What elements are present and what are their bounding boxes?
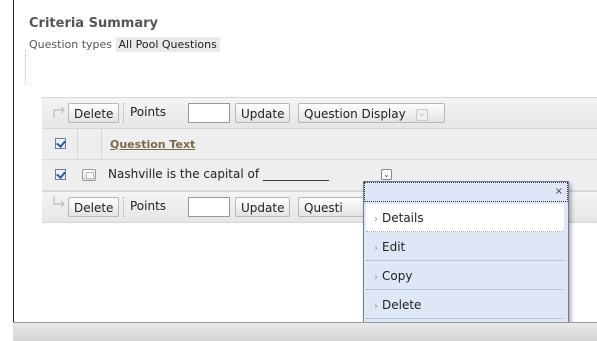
menu-item-edit[interactable]: › Edit xyxy=(366,233,564,261)
menu-item-details[interactable]: › Details xyxy=(366,204,564,232)
question-type-icon xyxy=(82,169,96,181)
points-label: Points xyxy=(130,199,167,213)
question-display-label: Question Display xyxy=(304,107,406,121)
select-all-checkbox[interactable] xyxy=(55,138,66,149)
column-divider xyxy=(101,129,102,159)
caret-icon: › xyxy=(374,301,378,312)
content-frame: Criteria Summary Question types All Pool… xyxy=(13,0,597,322)
status-bar xyxy=(13,322,597,341)
menu-item-delete[interactable]: › Delete xyxy=(366,291,564,319)
row-checkbox[interactable] xyxy=(55,169,66,180)
question-types-value: All Pool Questions xyxy=(115,37,220,52)
question-types: Question types All Pool Questions xyxy=(29,37,220,52)
caret-icon: › xyxy=(374,272,378,283)
chevron-down-icon[interactable]: ⌄ xyxy=(381,169,392,180)
delete-button[interactable]: Delete xyxy=(68,197,120,217)
points-input[interactable] xyxy=(188,103,230,123)
question-types-label: Question types xyxy=(29,38,112,51)
divider xyxy=(25,50,26,84)
context-menu: × › Details › Edit › Copy › Delete xyxy=(363,181,569,322)
criteria-title: Criteria Summary xyxy=(29,16,158,31)
close-icon[interactable]: × xyxy=(555,186,563,197)
delete-button[interactable]: Delete xyxy=(68,103,120,123)
caret-icon: › xyxy=(374,214,378,225)
caret-icon: › xyxy=(374,243,378,254)
menu-item-label: Delete xyxy=(382,298,422,312)
update-button[interactable]: Update xyxy=(235,103,291,123)
menu-item-label: Edit xyxy=(382,240,406,254)
table-header-row: Question Text xyxy=(42,129,597,160)
points-input[interactable] xyxy=(188,197,230,217)
update-button[interactable]: Update xyxy=(235,197,291,217)
question-display-label: Questi xyxy=(304,201,343,215)
select-arrow-icon xyxy=(53,106,65,118)
points-label: Points xyxy=(130,105,167,119)
menu-item-label: Details xyxy=(382,211,424,225)
menu-item-copy[interactable]: › Copy xyxy=(366,262,564,290)
toolbar-separator xyxy=(123,197,124,217)
question-text[interactable]: Nashville is the capital of ___________ xyxy=(108,167,329,181)
menu-item-label: Copy xyxy=(382,269,413,283)
toolbar-separator xyxy=(123,103,124,123)
context-menu-header xyxy=(364,182,568,202)
top-toolbar: Delete Points Update Question Display ⌄ xyxy=(42,97,597,129)
chevron-down-icon: ⌄ xyxy=(415,108,428,121)
question-display-dropdown[interactable]: Question Display ⌄ xyxy=(298,103,445,123)
criteria-panel: Criteria Summary Question types All Pool… xyxy=(14,0,597,322)
select-arrow-icon xyxy=(53,196,65,208)
question-text-header[interactable]: Question Text xyxy=(110,138,195,151)
column-divider xyxy=(77,129,78,159)
